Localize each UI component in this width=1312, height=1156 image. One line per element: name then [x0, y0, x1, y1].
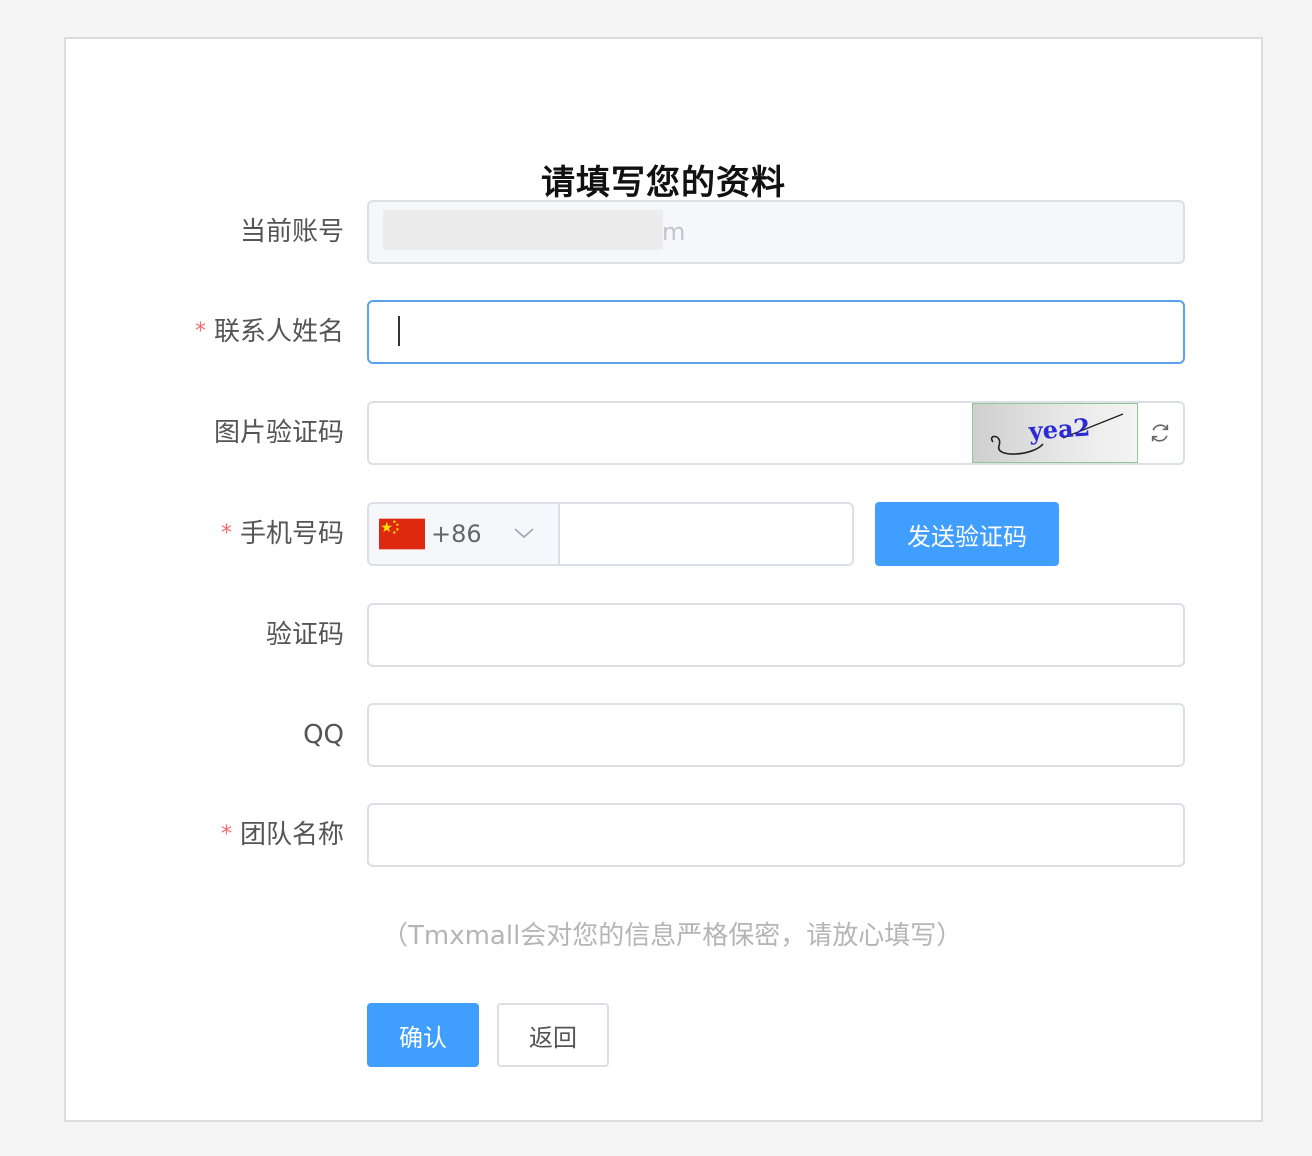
captcha-image[interactable]: yea2	[972, 403, 1138, 463]
cn-flag-icon	[379, 518, 425, 550]
phone-label-text: 手机号码	[239, 519, 344, 549]
phone-row: * 手机号码 +86 发送验证码	[66, 502, 1265, 566]
image-captcha-field: yea2	[367, 401, 1185, 465]
sms-code-label: 验证码	[265, 620, 344, 650]
country-code-select[interactable]: +86	[367, 502, 560, 566]
image-captcha-input[interactable]	[369, 403, 969, 463]
sms-code-input[interactable]	[367, 603, 1185, 667]
required-mark: *	[194, 319, 206, 344]
send-code-button[interactable]: 发送验证码	[875, 502, 1059, 566]
image-captcha-label: 图片验证码	[213, 418, 344, 448]
contact-name-label-text: 联系人姓名	[213, 317, 344, 347]
team-name-label: * 团队名称	[221, 803, 344, 867]
image-captcha-row: 图片验证码 yea2	[66, 401, 1265, 465]
captcha-drawing: yea2	[990, 412, 1124, 455]
qq-input[interactable]	[367, 703, 1185, 767]
required-mark: *	[220, 521, 232, 546]
sms-code-row: 验证码	[66, 603, 1265, 667]
text-cursor	[398, 316, 400, 346]
account-redaction	[383, 210, 663, 250]
page-title: 请填写您的资料	[541, 163, 786, 203]
team-name-label-text: 团队名称	[239, 820, 344, 850]
confirm-button[interactable]: 确认	[367, 1003, 479, 1067]
captcha-refresh-button[interactable]	[1137, 403, 1183, 463]
contact-name-label: * 联系人姓名	[195, 300, 344, 364]
qq-row: QQ	[66, 703, 1265, 767]
privacy-notice: （Tmxmall会对您的信息严格保密，请放心填写）	[382, 921, 963, 951]
team-name-row: * 团队名称	[66, 803, 1265, 867]
qq-label: QQ	[303, 720, 344, 750]
account-label: 当前账号	[239, 217, 344, 247]
contact-name-row: * 联系人姓名	[66, 300, 1265, 364]
dial-code: +86	[431, 520, 482, 548]
captcha-text: yea2	[1027, 412, 1091, 445]
phone-label: * 手机号码	[221, 502, 344, 566]
account-value: m	[662, 218, 686, 246]
refresh-icon	[1151, 424, 1169, 442]
profile-form-card: 请填写您的资料 当前账号 m * 联系人姓名 图片验证码 yea2 * 手机号码…	[64, 37, 1263, 1122]
contact-name-input[interactable]	[367, 300, 1185, 364]
phone-input[interactable]	[558, 502, 854, 566]
required-mark: *	[220, 822, 232, 847]
back-button[interactable]: 返回	[497, 1003, 609, 1067]
chevron-down-icon	[514, 528, 534, 539]
account-row: 当前账号 m	[66, 200, 1265, 264]
team-name-input[interactable]	[367, 803, 1185, 867]
